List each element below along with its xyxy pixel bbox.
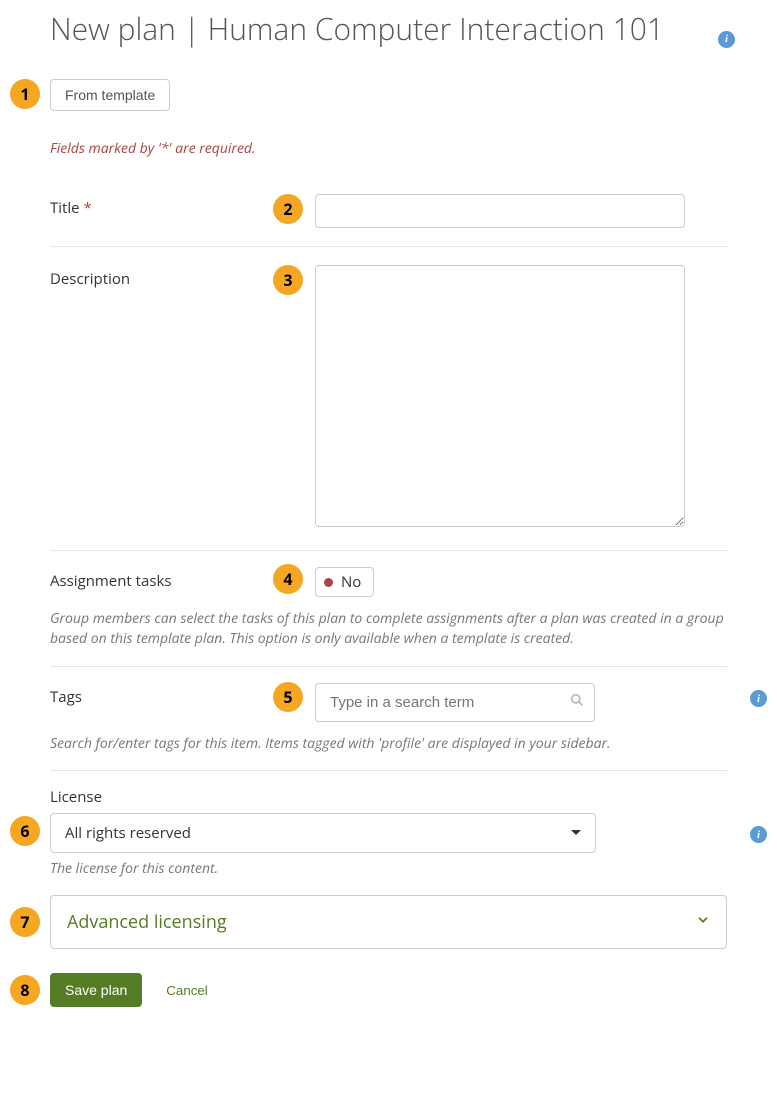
required-fields-note: Fields marked by '*' are required. <box>50 139 727 158</box>
save-button[interactable]: Save plan <box>50 973 142 1007</box>
step-marker-3: 3 <box>273 265 303 295</box>
step-marker-8: 8 <box>10 975 40 1005</box>
toggle-off-icon <box>324 578 333 587</box>
advanced-licensing-accordion[interactable]: Advanced licensing <box>50 895 727 949</box>
info-icon[interactable]: i <box>750 826 767 843</box>
license-selected: All rights reserved <box>65 823 191 843</box>
accordion-title: Advanced licensing <box>67 910 227 934</box>
license-label: License <box>50 787 727 807</box>
toggle-value: No <box>341 572 361 592</box>
info-icon[interactable]: i <box>750 690 767 707</box>
assignment-help: Group members can select the tasks of th… <box>50 609 727 650</box>
license-select[interactable]: All rights reserved <box>50 813 596 853</box>
search-icon[interactable] <box>570 692 584 712</box>
description-textarea[interactable] <box>315 265 685 527</box>
required-star: * <box>84 198 92 218</box>
cancel-button[interactable]: Cancel <box>154 975 220 1006</box>
tags-search-input[interactable] <box>326 684 570 721</box>
step-marker-6: 6 <box>10 816 40 846</box>
info-icon[interactable]: i <box>718 31 735 48</box>
caret-down-icon <box>571 830 581 835</box>
tags-help: Search for/enter tags for this item. Ite… <box>50 734 727 754</box>
step-marker-2: 2 <box>273 194 303 224</box>
from-template-button[interactable]: From template <box>50 79 170 111</box>
step-marker-7: 7 <box>10 907 40 937</box>
title-input[interactable] <box>315 194 685 228</box>
page-title: New plan | Human Computer Interaction 10… <box>50 8 727 49</box>
step-marker-1: 1 <box>10 79 40 109</box>
license-help: The license for this content. <box>50 859 727 879</box>
step-marker-4: 4 <box>273 564 303 594</box>
assignment-toggle[interactable]: No <box>315 567 374 597</box>
step-marker-5: 5 <box>273 682 303 712</box>
chevron-down-icon <box>696 913 710 932</box>
